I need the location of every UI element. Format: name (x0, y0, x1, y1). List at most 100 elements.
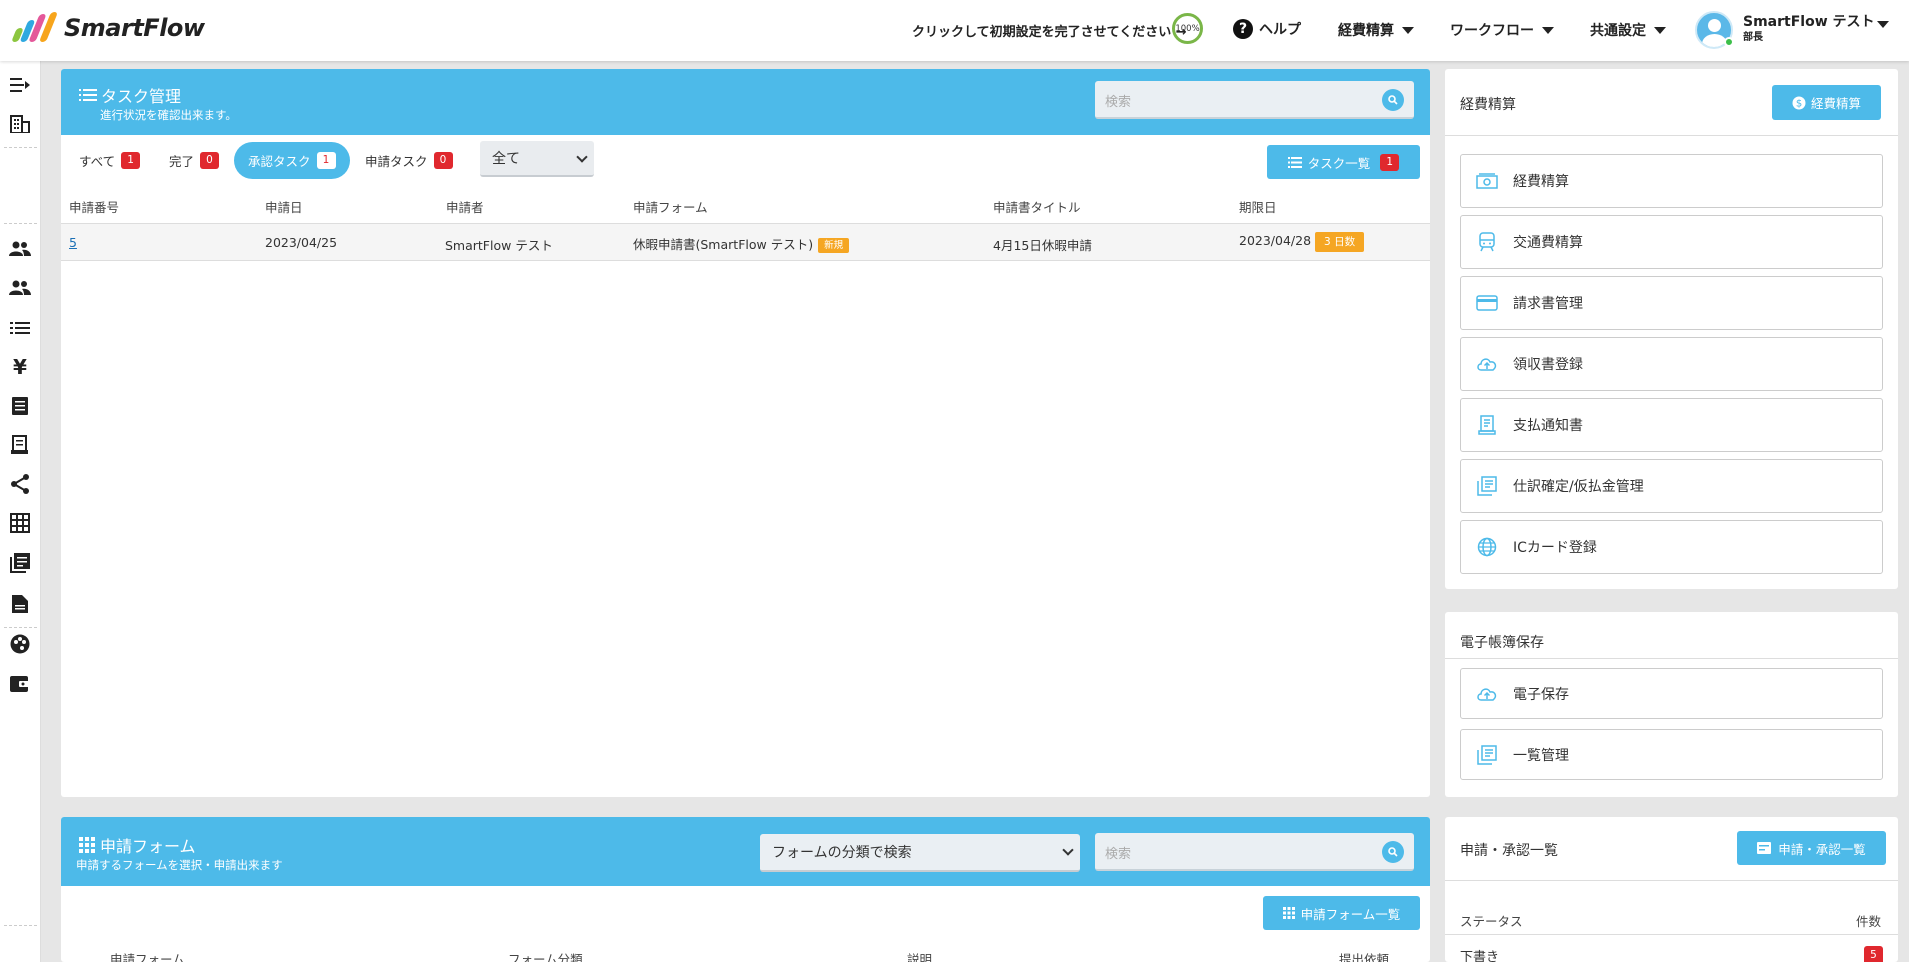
chevron-down-icon (1062, 844, 1074, 856)
search-icon[interactable] (1382, 841, 1404, 863)
menu-payment-notice[interactable]: 支払通知書 (1460, 398, 1883, 452)
help-label: ヘルプ (1259, 22, 1301, 38)
table-row[interactable]: 5 2023/04/25 SmartFlow テスト 休暇申請書(SmartFl… (61, 223, 1430, 261)
menu-transport-expense[interactable]: 交通費精算 (1460, 215, 1883, 269)
credit-card-icon (1476, 292, 1498, 314)
library-icon[interactable] (9, 552, 31, 574)
menu-item-label: 支払通知書 (1513, 418, 1583, 434)
task-panel-subtitle: 進行状況を確認出来ます。 (100, 108, 237, 122)
task-list-button[interactable]: タスク一覧 1 (1267, 145, 1420, 179)
app-logo[interactable]: SmartFlow (10, 12, 205, 44)
tab-completed[interactable]: 完了 0 (155, 142, 233, 179)
status-draft[interactable]: 下書き (1460, 946, 1499, 962)
building-icon[interactable] (9, 113, 31, 135)
train-icon (1476, 231, 1498, 253)
tab-request-tasks-count: 0 (433, 152, 453, 169)
approval-panel-title: 申請・承認一覧 (1460, 843, 1558, 859)
expense-button-label: 経費精算 (1810, 96, 1861, 111)
menu-workflow-label: ワークフロー (1450, 23, 1534, 39)
menu-common-settings-label: 共通設定 (1590, 23, 1646, 39)
receipt-icon[interactable] (9, 434, 31, 456)
form-search-input[interactable]: 検索 (1095, 833, 1414, 871)
column-header: 説明 (907, 952, 933, 962)
logo-text: SmartFlow (64, 14, 205, 42)
expense-button[interactable]: $ 経費精算 (1772, 85, 1881, 120)
help-icon: ? (1233, 19, 1253, 39)
menu-item-label: 請求書管理 (1513, 296, 1583, 312)
request-form-cell: 休暇申請書(SmartFlow テスト) 新規 (633, 234, 850, 253)
list-icon (79, 89, 97, 101)
expense-panel-title: 経費精算 (1460, 97, 1516, 113)
left-sidebar: ¥ (0, 61, 41, 962)
menu-common-settings[interactable]: 共通設定 (1590, 20, 1666, 40)
task-list-button-label: タスク一覧 (1307, 155, 1371, 171)
setup-prompt[interactable]: クリックして初期設定を完了させてください → (912, 21, 1187, 40)
menu-ic-card[interactable]: ICカード登録 (1460, 520, 1883, 574)
menu-invoice-management[interactable]: 請求書管理 (1460, 276, 1883, 330)
menu-item-label: 交通費精算 (1513, 235, 1583, 251)
tab-approval-tasks-label: 承認タスク (248, 154, 311, 169)
approval-list-button[interactable]: 申請・承認一覧 (1737, 831, 1886, 865)
column-header: 申請番号 (69, 200, 120, 215)
form-category-select-value: フォームの分類で検索 (772, 845, 912, 861)
menu-expense[interactable]: 経費精算 (1338, 20, 1414, 40)
wallet-icon[interactable] (9, 673, 31, 695)
svg-text:$: $ (1796, 98, 1802, 109)
request-number-link[interactable]: 5 (69, 235, 77, 250)
logo-mark-icon (10, 12, 59, 44)
journal-icon (1476, 475, 1498, 497)
tab-completed-label: 完了 (169, 154, 195, 169)
caret-down-icon (1877, 21, 1889, 28)
setup-progress-ring[interactable]: 100% (1172, 13, 1203, 44)
form-list-button-label: 申請フォーム一覧 (1300, 906, 1401, 922)
tab-approval-tasks[interactable]: 承認タスク 1 (234, 142, 350, 179)
setup-progress-value: 100% (1175, 23, 1200, 34)
journal-icon (1476, 744, 1498, 766)
menu-collapse-icon[interactable] (9, 74, 31, 96)
menu-expense-label: 経費精算 (1338, 23, 1394, 39)
yen-icon[interactable]: ¥ (9, 355, 31, 379)
list-icon[interactable] (9, 317, 31, 339)
menu-item-label: ICカード登録 (1513, 540, 1597, 556)
deadline-date: 2023/04/28 (1239, 233, 1312, 248)
request-date: 2023/04/25 (265, 235, 338, 250)
task-status-filter[interactable]: 全て (480, 141, 594, 177)
grid-table-icon[interactable] (9, 512, 31, 534)
file-icon[interactable] (9, 593, 31, 615)
menu-list-management[interactable]: 一覧管理 (1460, 729, 1883, 780)
form-search-placeholder: 検索 (1105, 847, 1132, 862)
document-list-icon[interactable] (9, 395, 31, 417)
menu-workflow[interactable]: ワークフロー (1450, 20, 1554, 40)
money-icon (1476, 170, 1498, 192)
form-panel-subtitle: 申請するフォームを選択・申請出来ます (76, 858, 283, 872)
form-panel-title: 申請フォーム (79, 833, 196, 857)
search-icon[interactable] (1382, 89, 1404, 111)
tab-all[interactable]: すべて 1 (65, 142, 154, 179)
task-search-input[interactable]: 検索 (1095, 81, 1414, 119)
tab-completed-count: 0 (200, 152, 220, 169)
cloud-upload-icon (1476, 683, 1498, 705)
menu-electronic-storage[interactable]: 電子保存 (1460, 668, 1883, 719)
help-link[interactable]: ? ヘルプ (1233, 19, 1301, 39)
user-menu[interactable]: SmartFlow テスト 部長 (1695, 11, 1889, 49)
menu-receipt-registration[interactable]: 領収書登録 (1460, 337, 1883, 391)
new-badge: 新規 (818, 238, 850, 253)
form-category-select[interactable]: フォームの分類で検索 (760, 834, 1080, 872)
form-list-button[interactable]: 申請フォーム一覧 (1263, 896, 1420, 930)
users-icon[interactable] (9, 238, 31, 260)
user-role: 部長 (1743, 32, 1763, 43)
task-panel-title: タスク管理 (79, 83, 181, 107)
approval-list-button-label: 申請・承認一覧 (1778, 841, 1866, 857)
tab-request-tasks[interactable]: 申請タスク 0 (351, 142, 467, 179)
palette-icon[interactable] (9, 633, 31, 655)
menu-journal-advance[interactable]: 仕訳確定/仮払金管理 (1460, 459, 1883, 513)
column-header: フォーム分類 (508, 952, 583, 962)
menu-item-label: 一覧管理 (1513, 747, 1569, 764)
task-search-placeholder: 検索 (1105, 95, 1132, 110)
column-header: 申請フォーム (110, 952, 185, 962)
share-icon[interactable] (9, 473, 31, 495)
globe-icon (1476, 536, 1498, 558)
menu-expense-settlement[interactable]: 経費精算 (1460, 154, 1883, 208)
task-panel-title-text: タスク管理 (101, 87, 182, 106)
group-icon[interactable] (9, 277, 31, 299)
